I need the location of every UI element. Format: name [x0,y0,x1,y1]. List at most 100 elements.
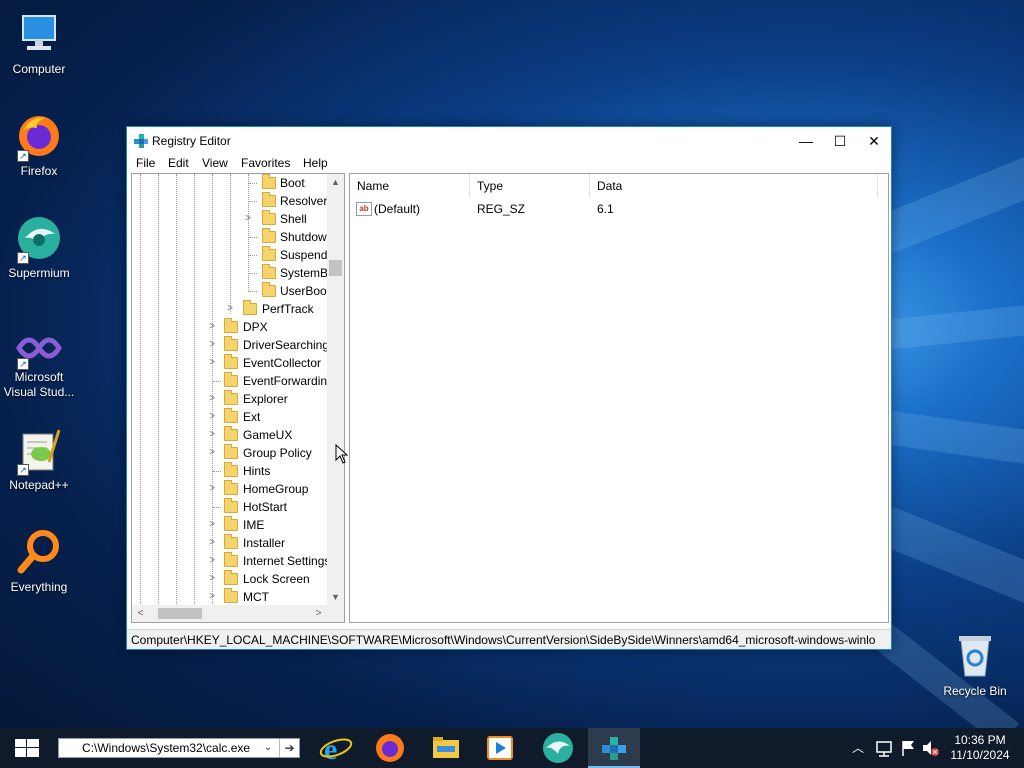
tree-item[interactable]: Hints [132,462,332,480]
chevron-up-icon[interactable]: ︿ [848,728,868,768]
tree-item[interactable]: SystemB [132,264,332,282]
start-button[interactable] [0,728,54,768]
menu-favorites[interactable]: Favorites [241,156,290,170]
desktop-icon-supermium[interactable]: ↗ Supermium [0,214,78,281]
tree-item[interactable]: EventForwardin [132,372,332,390]
tree-item[interactable]: > Shell [132,210,332,228]
chevron-right-icon[interactable]: > [206,426,218,444]
taskbar-registry-editor[interactable] [588,728,640,768]
tree-item[interactable]: Resolver [132,192,332,210]
column-header-name[interactable]: Name [350,174,470,198]
go-arrow-icon[interactable]: ➔ [279,739,299,757]
chevron-right-icon[interactable]: > [242,210,254,228]
chevron-right-icon[interactable]: > [206,390,218,408]
tree-item[interactable]: > HomeGroup [132,480,332,498]
tree-item[interactable]: > Lock Screen [132,570,332,588]
menu-edit[interactable]: Edit [168,156,189,170]
taskbar-internet-explorer[interactable]: e [310,728,362,768]
taskbar-supermium[interactable] [532,728,584,768]
network-icon[interactable] [874,728,894,768]
chevron-right-icon[interactable]: > [206,444,218,462]
system-clock[interactable]: 10:36 PM 11/10/2024 [940,733,1020,763]
chevron-right-icon[interactable]: > [206,336,218,354]
scroll-up-arrow-icon[interactable]: ▲ [327,174,344,191]
tree-item[interactable]: > PerfTrack [132,300,332,318]
registry-values-list[interactable]: Name Type Data ab (Default) REG_SZ 6.1 [349,173,889,623]
supermium-icon: ↗ [15,214,63,264]
minimize-button[interactable]: — [789,127,823,155]
column-header-data[interactable]: Data [590,174,878,198]
tree-item[interactable]: HotStart [132,498,332,516]
maximize-button[interactable]: ☐ [823,127,857,155]
tree-item[interactable]: > Group Policy [132,444,332,462]
scroll-down-arrow-icon[interactable]: ▼ [327,589,344,606]
tree-item[interactable]: UserBoo [132,282,332,300]
desktop-icon-label: Everything [10,580,68,594]
desktop-icon-label: Firefox [20,164,58,178]
scroll-thumb[interactable] [158,608,202,619]
chevron-down-icon[interactable]: ⌄ [259,739,277,757]
chevron-right-icon[interactable]: > [206,534,218,552]
desktop-icon-notepad-plus-plus[interactable]: ↗ Notepad++ [0,426,78,493]
taskbar-file-explorer[interactable] [420,728,472,768]
chevron-right-icon[interactable]: > [206,588,218,606]
visual-studio-icon: ↗ [15,330,63,370]
tree-item[interactable]: > DriverSearching [132,336,332,354]
title-bar[interactable]: Registry Editor — ☐ ✕ [127,127,891,155]
tree-item[interactable]: > MCT [132,588,332,606]
chevron-right-icon[interactable]: > [224,300,236,318]
tree-item[interactable]: Shutdow [132,228,332,246]
tree-item[interactable]: > Installer [132,534,332,552]
chevron-right-icon[interactable]: > [206,552,218,570]
registry-value-row[interactable]: ab (Default) REG_SZ 6.1 [350,200,888,218]
taskbar-firefox[interactable] [364,728,416,768]
menu-file[interactable]: File [136,156,155,170]
menu-help[interactable]: Help [303,156,328,170]
run-command-box[interactable]: ⌄ ➔ [58,738,300,758]
desktop-icon-computer[interactable]: Computer [0,10,78,77]
run-command-input[interactable] [59,739,259,757]
value-name: (Default) [374,202,421,216]
action-center-flag-icon[interactable] [898,728,918,768]
tree-vertical-scrollbar[interactable]: ▲ ▼ [327,174,344,606]
tree-item[interactable]: > DPX [132,318,332,336]
folder-icon [224,516,238,531]
scroll-thumb[interactable] [329,260,342,276]
chevron-right-icon[interactable]: > [206,480,218,498]
desktop-icon-visual-studio[interactable]: ↗ Microsoft Visual Stud... [0,330,78,400]
tree-item[interactable]: > Ext [132,408,332,426]
desktop-icon-label: Recycle Bin [943,684,1007,698]
close-button[interactable]: ✕ [857,127,891,155]
value-data: 6.1 [597,202,614,216]
everything-search-icon [15,528,63,576]
desktop-icon-firefox[interactable]: ↗ Firefox [0,112,78,179]
tree-item[interactable]: > Internet Settings [132,552,332,570]
tree-item[interactable]: > GameUX [132,426,332,444]
chevron-right-icon[interactable]: > [206,318,218,336]
tree-item[interactable]: > Explorer [132,390,332,408]
tree-item[interactable]: Suspend [132,246,332,264]
desktop-icon-label: Notepad++ [9,478,69,492]
registry-editor-icon [133,133,149,149]
chevron-right-icon[interactable]: > [206,570,218,588]
tree-item[interactable]: Boot [132,174,332,192]
folder-icon [224,570,238,585]
tree-horizontal-scrollbar[interactable]: < > [132,605,344,622]
scroll-left-arrow-icon[interactable]: < [132,605,149,622]
tree-item[interactable]: > IME [132,516,332,534]
tree-item[interactable]: > EventCollector [132,354,332,372]
folder-icon [224,444,238,459]
taskbar-media-player[interactable] [474,728,526,768]
desktop-icon-everything[interactable]: Everything [0,528,78,595]
volume-muted-icon[interactable] [920,728,940,768]
value-type: REG_SZ [477,202,526,216]
desktop-icon-recycle-bin[interactable]: Recycle Bin [936,632,1014,699]
column-header-type[interactable]: Type [470,174,590,198]
folder-icon [243,300,257,315]
chevron-right-icon[interactable]: > [206,516,218,534]
scroll-right-arrow-icon[interactable]: > [310,605,327,622]
menu-view[interactable]: View [202,156,228,170]
chevron-right-icon[interactable]: > [206,408,218,426]
chevron-right-icon[interactable]: > [206,354,218,372]
registry-tree[interactable]: Boot Resolver > Shell Shutdow Suspend Sy… [131,173,345,623]
